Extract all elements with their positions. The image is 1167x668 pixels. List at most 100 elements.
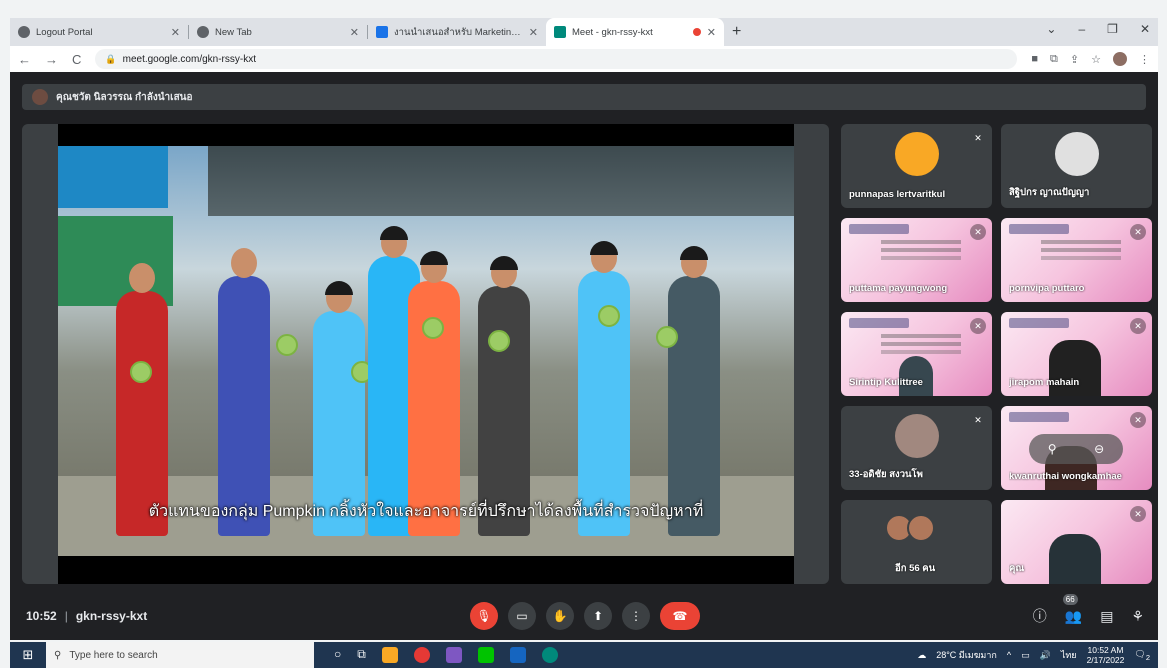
app-icon[interactable] [445,647,462,663]
volume-icon[interactable]: 🔊 [1040,650,1051,661]
task-view-icon[interactable]: ⧉ [357,647,366,663]
participant-tile[interactable]: ✕ jirapom mahain [1001,312,1152,396]
maximize-icon[interactable]: ❐ [1107,22,1118,36]
others-count: อีก 56 คน [895,563,936,574]
tab-marketing-slides[interactable]: งานนำเสนอสำหรับ Marketing Stra ✕ [368,18,546,46]
cortana-icon[interactable]: ○ [334,647,341,663]
pin-icon[interactable]: ⚲ [1048,442,1057,456]
tab-search-icon[interactable]: ⌄ [1046,22,1056,36]
participant-camera [899,356,933,396]
participant-tile[interactable]: ✕ 33-อดิชัย สงวนโพ [841,406,992,490]
self-label: คุณ [1009,563,1025,574]
taskbar-search[interactable]: ⚲ Type here to search [46,642,314,668]
tile-hover-controls: ⚲ ⊖ [1029,434,1123,464]
close-icon[interactable]: ✕ [529,26,538,39]
minimize-icon[interactable]: – [1078,22,1085,36]
taskbar-clock[interactable]: 10:52 AM 2/17/2022 [1087,645,1125,665]
windows-start-icon[interactable]: ⊞ [10,647,46,663]
system-tray: ☁ 28°C มีเมฆมาก ^ ▭ 🔊 ไทย 10:52 AM 2/17/… [917,645,1150,665]
activities-icon[interactable]: ⚘ [1131,608,1144,625]
chrome-icon[interactable] [413,647,430,663]
participant-name: jirapom mahain [1009,377,1080,388]
new-tab-button[interactable]: + [732,23,741,41]
forward-icon[interactable]: → [45,52,58,67]
others-tile[interactable]: อีก 56 คน [841,500,992,584]
back-icon[interactable]: ← [18,52,31,67]
end-call-icon: ☎ [672,609,688,623]
slides-icon [376,26,388,38]
self-tile[interactable]: ✕ คุณ [1001,500,1152,584]
mic-muted-icon: ✕ [1130,506,1146,522]
present-button[interactable]: ⬆ [584,602,612,630]
tray-overflow-icon[interactable]: ^ [1007,650,1011,660]
people-icon: 👥 [1064,607,1083,624]
hand-icon: ✋ [552,609,568,623]
network-icon[interactable]: ▭ [1021,650,1030,661]
participant-tile[interactable]: ✕ punnapas lertvaritkul [841,124,992,208]
participant-tile[interactable]: สิฐิปกร ญาณปัญญา [1001,124,1152,208]
tab-logout-portal[interactable]: Logout Portal ✕ [10,18,188,46]
camera-in-use-icon[interactable]: ■ [1031,53,1038,65]
present-icon: ⬆ [592,609,604,623]
reload-icon[interactable]: C [72,52,81,67]
video-subtitle: ตัวแทนของกลุ่ม Pumpkin กลิ้งหัวใจและอาจา… [148,503,704,520]
notification-count: 2 [1145,652,1150,662]
mic-muted-icon: ✕ [970,224,986,240]
edge-icon[interactable] [541,647,558,663]
self-camera [1049,534,1101,584]
participant-tile[interactable]: ✕ pornvipa puttaro [1001,218,1152,302]
close-window-icon[interactable]: ✕ [1140,22,1150,36]
participant-tile[interactable]: ⚲ ⊖ ✕ kwanruthai wongkamhae [1001,406,1152,490]
participant-tile[interactable]: ✕ Sirintip Kulittree [841,312,992,396]
search-placeholder: Type here to search [69,649,158,661]
chat-icon[interactable]: ▤ [1100,608,1113,625]
leave-call-button[interactable]: ☎ [660,602,700,630]
bookmark-star-icon[interactable]: ☆ [1091,53,1101,66]
mic-toggle-button[interactable]: 🎙 [470,602,498,630]
browser-tab-strip: Logout Portal ✕ New Tab ✕ งานนำเสนอสำหรั… [10,18,1158,46]
line-icon[interactable] [477,647,494,663]
more-options-icon[interactable]: ⊖ [1094,442,1104,456]
notification-icon[interactable]: 🗨2 [1134,649,1150,662]
tab-title: งานนำเสนอสำหรับ Marketing Stra [394,26,523,38]
share-icon[interactable]: ⇪ [1070,53,1079,66]
input-language[interactable]: ไทย [1061,648,1077,662]
translate-icon[interactable]: ⧉ [1050,53,1058,66]
person-figure [578,241,630,536]
participant-avatar [1055,132,1099,176]
meeting-info: 10:52 | gkn-rssy-kxt [26,609,148,623]
recording-indicator-icon [692,28,701,36]
roof-graphic [208,146,794,216]
profile-avatar[interactable] [1113,52,1127,66]
presenter-notice: คุณชวัต นิลวรรณ กำลังนำเสนอ [56,91,193,103]
meeting-code: gkn-rssy-kxt [75,609,148,623]
shared-video: ตัวแทนของกลุ่ม Pumpkin กลิ้งหัวใจและอาจา… [58,124,794,584]
slide-thumbnail [1009,224,1069,234]
people-button[interactable]: 66 👥 [1062,593,1083,625]
close-icon[interactable]: ✕ [350,26,359,39]
camera-toggle-button[interactable]: ▭ [508,602,536,630]
word-icon[interactable] [509,647,526,663]
menu-kebab-icon[interactable]: ⋮ [1139,53,1150,66]
participant-tile[interactable]: ✕ puttama payungwong [841,218,992,302]
lock-icon[interactable]: 🔒 [105,54,116,65]
participant-name: Sirintip Kulittree [849,377,923,388]
taskbar-apps: ○ ⧉ [334,647,558,663]
weather-icon: ☁ [917,649,927,660]
clock-date: 2/17/2022 [1086,655,1125,665]
tab-new-tab[interactable]: New Tab ✕ [189,18,367,46]
raise-hand-button[interactable]: ✋ [546,602,574,630]
info-icon[interactable]: ⓘ [1033,606,1047,626]
close-icon[interactable]: ✕ [171,26,180,39]
weather-text[interactable]: 28°C มีเมฆมาก [936,648,997,662]
participant-name: punnapas lertvaritkul [849,189,946,200]
file-explorer-icon[interactable] [381,647,398,663]
more-options-button[interactable]: ⋮ [622,602,650,630]
close-icon[interactable]: ✕ [707,26,716,39]
person-figure [408,251,460,536]
presentation-stage: ตัวแทนของกลุ่ม Pumpkin กลิ้งหัวใจและอาจา… [22,124,829,584]
url-field[interactable]: 🔒 meet.google.com/gkn-rssy-kxt [95,49,1018,69]
address-bar: ← → C 🔒 meet.google.com/gkn-rssy-kxt ■ ⧉… [10,46,1158,72]
tab-meet[interactable]: Meet - gkn-rssy-kxt ✕ [546,18,724,46]
participant-name: pornvipa puttaro [1009,283,1085,294]
